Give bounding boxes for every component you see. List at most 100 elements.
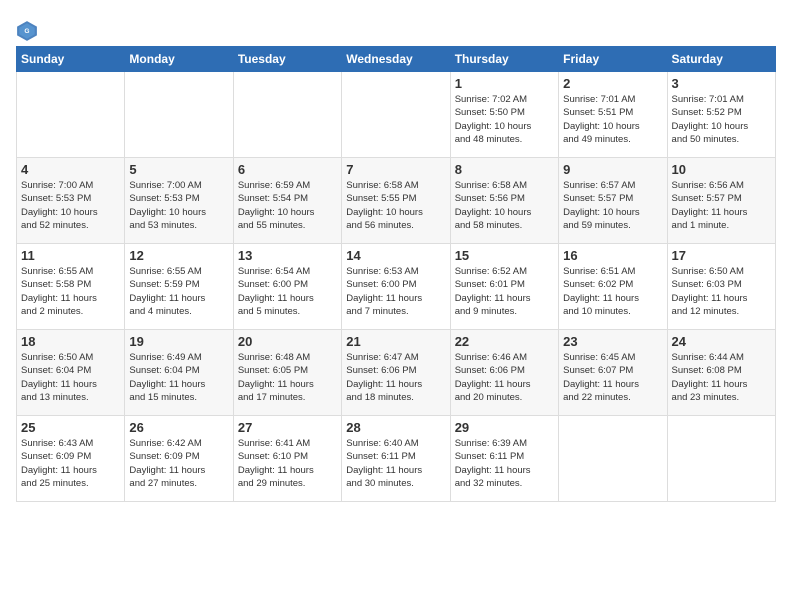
header-row: SundayMondayTuesdayWednesdayThursdayFrid… [17, 47, 776, 72]
calendar-cell: 9 Sunrise: 6:57 AM Sunset: 5:57 PM Daylig… [559, 158, 667, 244]
day-info: Sunrise: 6:51 AM Sunset: 6:02 PM Dayligh… [563, 265, 662, 318]
day-info: Sunrise: 6:54 AM Sunset: 6:00 PM Dayligh… [238, 265, 337, 318]
day-info: Sunrise: 6:57 AM Sunset: 5:57 PM Dayligh… [563, 179, 662, 232]
day-number: 20 [238, 334, 337, 349]
day-number: 13 [238, 248, 337, 263]
header-cell-friday: Friday [559, 47, 667, 72]
day-number: 29 [455, 420, 554, 435]
svg-text:G: G [24, 28, 29, 35]
logo-icon: G [16, 20, 38, 42]
day-number: 14 [346, 248, 445, 263]
day-number: 24 [672, 334, 771, 349]
day-info: Sunrise: 6:55 AM Sunset: 5:58 PM Dayligh… [21, 265, 120, 318]
day-number: 4 [21, 162, 120, 177]
calendar-cell: 25Sunrise: 6:43 AM Sunset: 6:09 PM Dayli… [17, 416, 125, 502]
calendar-week-4: 25Sunrise: 6:43 AM Sunset: 6:09 PM Dayli… [17, 416, 776, 502]
day-number: 12 [129, 248, 228, 263]
day-info: Sunrise: 7:02 AM Sunset: 5:50 PM Dayligh… [455, 93, 554, 146]
calendar-cell: 1 Sunrise: 7:02 AM Sunset: 5:50 PM Daylig… [450, 72, 558, 158]
calendar-body: 1 Sunrise: 7:02 AM Sunset: 5:50 PM Daylig… [17, 72, 776, 502]
day-info: Sunrise: 6:50 AM Sunset: 6:04 PM Dayligh… [21, 351, 120, 404]
day-number: 26 [129, 420, 228, 435]
calendar-cell: 4 Sunrise: 7:00 AM Sunset: 5:53 PM Daylig… [17, 158, 125, 244]
page-container: G SundayMondayTuesdayWednesdayThursdayFr… [0, 0, 792, 510]
day-info: Sunrise: 6:50 AM Sunset: 6:03 PM Dayligh… [672, 265, 771, 318]
calendar-week-1: 4 Sunrise: 7:00 AM Sunset: 5:53 PM Daylig… [17, 158, 776, 244]
day-info: Sunrise: 6:45 AM Sunset: 6:07 PM Dayligh… [563, 351, 662, 404]
day-info: Sunrise: 6:46 AM Sunset: 6:06 PM Dayligh… [455, 351, 554, 404]
calendar-cell [125, 72, 233, 158]
day-info: Sunrise: 6:53 AM Sunset: 6:00 PM Dayligh… [346, 265, 445, 318]
calendar-cell [17, 72, 125, 158]
day-number: 17 [672, 248, 771, 263]
day-info: Sunrise: 7:01 AM Sunset: 5:52 PM Dayligh… [672, 93, 771, 146]
calendar-table: SundayMondayTuesdayWednesdayThursdayFrid… [16, 46, 776, 502]
calendar-cell: 21 Sunrise: 6:47 AM Sunset: 6:06 PM Dayli… [342, 330, 450, 416]
day-number: 23 [563, 334, 662, 349]
calendar-cell: 23 Sunrise: 6:45 AM Sunset: 6:07 PM Dayli… [559, 330, 667, 416]
logo: G [16, 20, 42, 42]
calendar-cell: 13 Sunrise: 6:54 AM Sunset: 6:00 PM Dayli… [233, 244, 341, 330]
day-info: Sunrise: 6:52 AM Sunset: 6:01 PM Dayligh… [455, 265, 554, 318]
calendar-cell: 6 Sunrise: 6:59 AM Sunset: 5:54 PM Daylig… [233, 158, 341, 244]
calendar-cell: 2 Sunrise: 7:01 AM Sunset: 5:51 PM Daylig… [559, 72, 667, 158]
day-number: 8 [455, 162, 554, 177]
day-number: 28 [346, 420, 445, 435]
calendar-cell [233, 72, 341, 158]
day-number: 1 [455, 76, 554, 91]
calendar-cell: 26 Sunrise: 6:42 AM Sunset: 6:09 PM Dayli… [125, 416, 233, 502]
day-number: 2 [563, 76, 662, 91]
day-info: Sunrise: 7:01 AM Sunset: 5:51 PM Dayligh… [563, 93, 662, 146]
header-cell-tuesday: Tuesday [233, 47, 341, 72]
calendar-week-0: 1 Sunrise: 7:02 AM Sunset: 5:50 PM Daylig… [17, 72, 776, 158]
day-info: Sunrise: 7:00 AM Sunset: 5:53 PM Dayligh… [21, 179, 120, 232]
day-number: 18 [21, 334, 120, 349]
calendar-cell: 16 Sunrise: 6:51 AM Sunset: 6:02 PM Dayli… [559, 244, 667, 330]
day-number: 21 [346, 334, 445, 349]
day-number: 10 [672, 162, 771, 177]
day-number: 15 [455, 248, 554, 263]
day-number: 22 [455, 334, 554, 349]
day-info: Sunrise: 6:47 AM Sunset: 6:06 PM Dayligh… [346, 351, 445, 404]
day-info: Sunrise: 6:44 AM Sunset: 6:08 PM Dayligh… [672, 351, 771, 404]
day-info: Sunrise: 6:56 AM Sunset: 5:57 PM Dayligh… [672, 179, 771, 232]
header: G [16, 16, 776, 42]
day-number: 11 [21, 248, 120, 263]
calendar-cell: 20 Sunrise: 6:48 AM Sunset: 6:05 PM Dayli… [233, 330, 341, 416]
header-cell-thursday: Thursday [450, 47, 558, 72]
calendar-cell: 8 Sunrise: 6:58 AM Sunset: 5:56 PM Daylig… [450, 158, 558, 244]
calendar-header: SundayMondayTuesdayWednesdayThursdayFrid… [17, 47, 776, 72]
header-cell-wednesday: Wednesday [342, 47, 450, 72]
day-info: Sunrise: 6:42 AM Sunset: 6:09 PM Dayligh… [129, 437, 228, 490]
calendar-cell: 19 Sunrise: 6:49 AM Sunset: 6:04 PM Dayli… [125, 330, 233, 416]
day-info: Sunrise: 6:49 AM Sunset: 6:04 PM Dayligh… [129, 351, 228, 404]
day-number: 5 [129, 162, 228, 177]
day-info: Sunrise: 6:59 AM Sunset: 5:54 PM Dayligh… [238, 179, 337, 232]
day-number: 25 [21, 420, 120, 435]
calendar-cell: 15 Sunrise: 6:52 AM Sunset: 6:01 PM Dayli… [450, 244, 558, 330]
day-info: Sunrise: 6:58 AM Sunset: 5:56 PM Dayligh… [455, 179, 554, 232]
day-number: 27 [238, 420, 337, 435]
calendar-cell: 24 Sunrise: 6:44 AM Sunset: 6:08 PM Dayli… [667, 330, 775, 416]
day-info: Sunrise: 6:48 AM Sunset: 6:05 PM Dayligh… [238, 351, 337, 404]
day-number: 16 [563, 248, 662, 263]
day-number: 9 [563, 162, 662, 177]
calendar-cell: 7Sunrise: 6:58 AM Sunset: 5:55 PM Daylig… [342, 158, 450, 244]
day-number: 3 [672, 76, 771, 91]
calendar-cell: 17 Sunrise: 6:50 AM Sunset: 6:03 PM Dayli… [667, 244, 775, 330]
day-info: Sunrise: 6:58 AM Sunset: 5:55 PM Dayligh… [346, 179, 445, 232]
day-info: Sunrise: 6:39 AM Sunset: 6:11 PM Dayligh… [455, 437, 554, 490]
calendar-cell: 22 Sunrise: 6:46 AM Sunset: 6:06 PM Dayli… [450, 330, 558, 416]
calendar-cell: 18 Sunrise: 6:50 AM Sunset: 6:04 PM Dayli… [17, 330, 125, 416]
calendar-cell: 5Sunrise: 7:00 AM Sunset: 5:53 PM Daylig… [125, 158, 233, 244]
header-cell-sunday: Sunday [17, 47, 125, 72]
calendar-cell: 12 Sunrise: 6:55 AM Sunset: 5:59 PM Dayli… [125, 244, 233, 330]
day-info: Sunrise: 6:41 AM Sunset: 6:10 PM Dayligh… [238, 437, 337, 490]
day-number: 19 [129, 334, 228, 349]
calendar-cell: 27 Sunrise: 6:41 AM Sunset: 6:10 PM Dayli… [233, 416, 341, 502]
calendar-week-3: 18 Sunrise: 6:50 AM Sunset: 6:04 PM Dayli… [17, 330, 776, 416]
calendar-cell [667, 416, 775, 502]
calendar-cell: 3 Sunrise: 7:01 AM Sunset: 5:52 PM Daylig… [667, 72, 775, 158]
day-info: Sunrise: 6:55 AM Sunset: 5:59 PM Dayligh… [129, 265, 228, 318]
day-number: 6 [238, 162, 337, 177]
